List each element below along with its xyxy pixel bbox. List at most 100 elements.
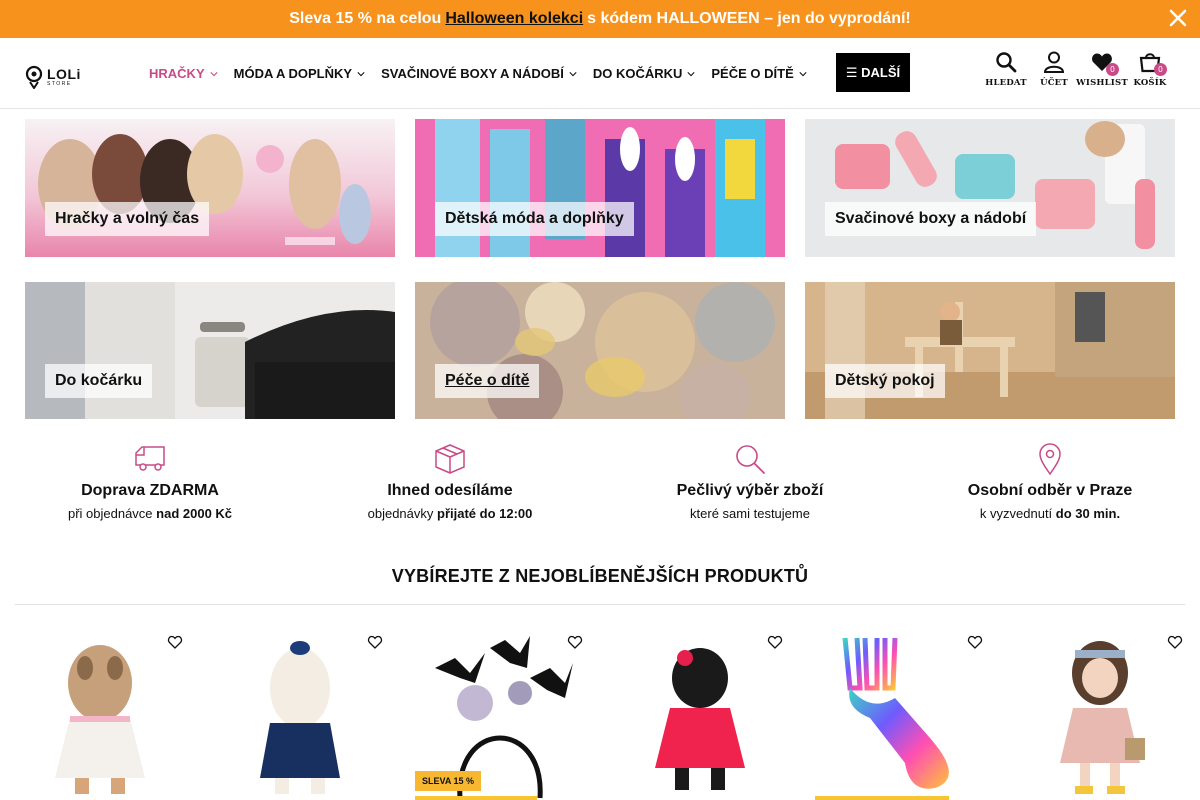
wishlist-count-badge: 0	[1106, 63, 1119, 76]
site-header: LOLi STORE HRAČKY MÓDA A DOPLŇKY SVAČINO…	[0, 38, 1200, 109]
nav-item-label: HRAČKY	[149, 66, 205, 81]
category-label: Hračky a volný čas	[45, 202, 210, 236]
category-tile-do-kocarku[interactable]: Do kočárku	[25, 282, 395, 419]
nav-item-label: PÉČE O DÍTĚ	[711, 66, 794, 81]
feature-subtitle: k vyzvednutí do 30 min.	[900, 506, 1200, 521]
feature-subtitle-text: které sami testujeme	[690, 506, 810, 521]
feature-subtitle: při objednávce nad 2000 Kč	[0, 506, 300, 521]
product-card[interactable]	[215, 628, 385, 800]
product-image	[215, 628, 385, 800]
product-card[interactable]: SLEVA 15 %	[415, 628, 585, 800]
category-tile-svacinove-boxy[interactable]: Svačinové boxy a nádobí	[805, 119, 1175, 257]
search-button[interactable]: HLEDAT	[982, 50, 1030, 88]
product-card[interactable]	[615, 628, 785, 800]
section-title-popular: VYBÍREJTE Z NEJOBLÍBENĚJŠÍCH PRODUKTŮ	[391, 566, 809, 586]
nav-item-moda[interactable]: MÓDA A DOPLŇKY	[234, 66, 365, 81]
product-highlight-bar	[815, 796, 949, 800]
promo-text-after: s kódem HALLOWEEN – jen do vyprodání!	[587, 10, 911, 27]
location-pin-icon	[1039, 443, 1061, 475]
category-image-lunchboxes	[805, 119, 1175, 257]
product-image	[1015, 628, 1185, 800]
category-tile-hracky[interactable]: Hračky a volný čas	[25, 119, 395, 257]
header-tools: HLEDAT ÚČET 0 WISHLIST 0 KOŠÍK	[982, 50, 1174, 88]
feature-pickup-prague: Osobní odběr v Praze k vyzvednutí do 30 …	[900, 442, 1200, 521]
feature-free-shipping: Doprava ZDARMA při objednávce nad 2000 K…	[0, 442, 300, 521]
feature-subtitle-bold: přijaté do 12:00	[437, 506, 533, 521]
product-card[interactable]	[1015, 628, 1185, 800]
account-label: ÚČET	[1040, 78, 1068, 88]
category-tile-pece-o-dite[interactable]: Péče o dítě	[415, 282, 785, 419]
cart-button[interactable]: 0 KOŠÍK	[1126, 50, 1174, 88]
discount-badge: SLEVA 15 %	[415, 771, 482, 791]
category-tile-moda[interactable]: Dětská móda a doplňky	[415, 119, 785, 257]
product-card[interactable]	[15, 628, 185, 800]
feature-subtitle-bold: nad 2000 Kč	[156, 506, 233, 521]
heart-outline-icon[interactable]	[167, 634, 183, 650]
product-image	[615, 628, 785, 800]
category-image-pacifiers	[415, 282, 785, 419]
nav-item-do-kocarku[interactable]: DO KOČÁRKU	[593, 66, 696, 81]
heart-outline-icon[interactable]	[567, 634, 583, 650]
product-highlight-bar	[415, 796, 537, 800]
nav-item-label: SVAČINOVÉ BOXY A NÁDOBÍ	[381, 66, 564, 81]
category-image-dolls	[25, 119, 395, 257]
feature-subtitle-text: objednávky	[367, 506, 434, 521]
product-image	[815, 628, 985, 800]
feature-subtitle: objednávky přijaté do 12:00	[300, 506, 600, 521]
feature-subtitle-bold: do 30 min.	[1055, 506, 1121, 521]
nav-item-label: MÓDA A DOPLŇKY	[233, 66, 353, 81]
chevron-down-icon	[357, 71, 365, 76]
logo-pin-icon	[25, 65, 43, 89]
category-image-socks	[415, 119, 785, 257]
category-image-stroller	[25, 282, 395, 419]
category-label: Svačinové boxy a nádobí	[825, 202, 1037, 236]
more-menu-button[interactable]: ☰ DALŠÍ	[836, 53, 910, 92]
nav-item-hracky[interactable]: HRAČKY	[149, 66, 218, 81]
heart-outline-icon[interactable]	[967, 634, 983, 650]
feature-fast-dispatch: Ihned odesíláme objednávky přijaté do 12…	[300, 442, 600, 521]
product-image	[15, 628, 185, 800]
heart-outline-icon[interactable]	[1167, 634, 1183, 650]
close-icon[interactable]	[1168, 8, 1188, 28]
chevron-down-icon	[799, 71, 807, 76]
heart-outline-icon[interactable]	[367, 634, 383, 650]
feature-subtitle: které sami testujeme	[600, 506, 900, 521]
nav-item-svacinove-boxy[interactable]: SVAČINOVÉ BOXY A NÁDOBÍ	[381, 66, 577, 81]
magnifier-icon	[736, 445, 765, 474]
feature-careful-selection: Pečlivý výběr zboží které sami testujeme	[600, 442, 900, 521]
box-icon	[435, 444, 465, 474]
promo-collection-link[interactable]: Halloween kolekci	[445, 10, 583, 28]
product-card[interactable]	[815, 628, 985, 800]
logo-text: LOLi	[47, 66, 81, 82]
nav-item-label: DO KOČÁRKU	[592, 66, 683, 81]
feature-subtitle-text: k vyzvednutí	[979, 506, 1053, 521]
section-divider	[15, 604, 1185, 605]
feature-title: Osobní odběr v Praze	[967, 482, 1133, 499]
feature-title: Doprava ZDARMA	[81, 482, 219, 499]
category-label: Péče o dítě	[435, 364, 540, 398]
promo-text-before: Sleva 15 % na celou	[289, 10, 442, 27]
feature-subtitle-text: při objednávce	[67, 506, 153, 521]
user-icon	[1043, 51, 1065, 73]
category-label: Dětský pokoj	[825, 364, 945, 398]
chevron-down-icon	[210, 71, 218, 76]
category-label: Dětská móda a doplňky	[435, 202, 634, 236]
category-label: Do kočárku	[45, 364, 153, 398]
cart-count-badge: 0	[1154, 63, 1167, 76]
cart-label: KOŠÍK	[1133, 78, 1167, 88]
chevron-down-icon	[687, 71, 695, 76]
main-nav: HRAČKY MÓDA A DOPLŇKY SVAČINOVÉ BOXY A N…	[149, 38, 823, 109]
feature-title: Pečlivý výběr zboží	[676, 482, 824, 499]
nav-item-pece-o-dite[interactable]: PÉČE O DÍTĚ	[711, 66, 807, 81]
truck-icon	[135, 446, 165, 471]
search-label: HLEDAT	[985, 78, 1027, 88]
chevron-down-icon	[569, 71, 577, 76]
wishlist-label: WISHLIST	[1076, 78, 1128, 88]
wishlist-button[interactable]: 0 WISHLIST	[1076, 50, 1128, 88]
category-tile-detsky-pokoj[interactable]: Dětský pokoj	[805, 282, 1175, 419]
account-button[interactable]: ÚČET	[1030, 50, 1078, 88]
feature-title: Ihned odesíláme	[387, 482, 513, 499]
logo[interactable]: LOLi STORE	[25, 65, 81, 89]
promo-bar: Sleva 15 % na celou Halloween kolekci s …	[0, 0, 1200, 38]
heart-outline-icon[interactable]	[767, 634, 783, 650]
